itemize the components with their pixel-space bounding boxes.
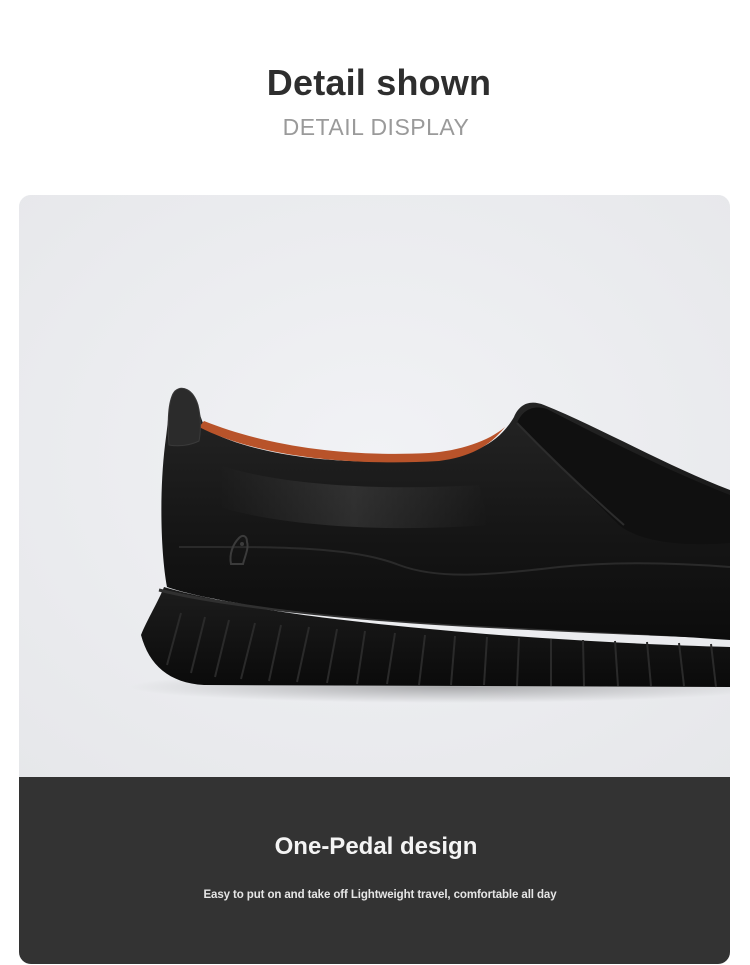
product-photo [19, 195, 730, 777]
feature-description: Easy to put on and take off Lightweight … [203, 889, 557, 901]
page-title: Detail shown [266, 62, 492, 103]
page-subtitle: DETAIL DISPLAY [282, 114, 470, 140]
detail-card: One-Pedal design Easy to put on and take… [19, 195, 730, 964]
shoe-illustration [19, 195, 730, 777]
feature-title: One-Pedal design [274, 833, 478, 860]
section-header: Detail shown DETAIL DISPLAY [0, 0, 750, 195]
feature-panel: One-Pedal design Easy to put on and take… [19, 777, 730, 964]
